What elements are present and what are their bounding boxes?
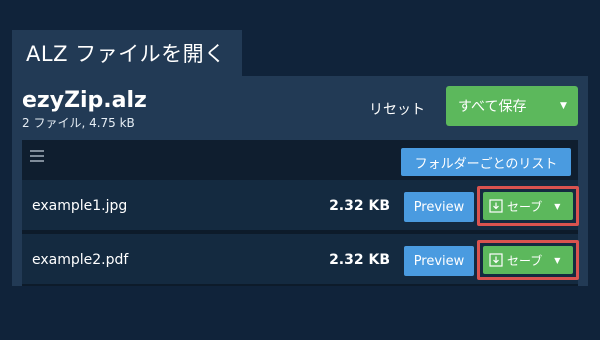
file-name: example1.jpg xyxy=(32,198,128,214)
archive-name: ezyZip.alz xyxy=(22,88,147,113)
save-button[interactable]: セーブ ▼ xyxy=(483,192,573,220)
file-size: 2.32 KB xyxy=(329,198,390,214)
save-all-button[interactable]: すべて保存 ▼ xyxy=(446,86,578,126)
file-list-header: フォルダーごとのリスト xyxy=(22,140,578,180)
file-row: example1.jpg 2.32 KB Preview セーブ ▼ xyxy=(22,180,579,232)
archive-panel: ezyZip.alz 2 ファイル, 4.75 kB リセット すべて保存 ▼ … xyxy=(12,76,588,286)
chevron-down-icon[interactable]: ▼ xyxy=(560,101,567,111)
save-highlight: セーブ ▼ xyxy=(477,240,579,280)
file-list: フォルダーごとのリスト example1.jpg 2.32 KB Preview… xyxy=(22,140,579,286)
tab-title: ALZ ファイルを開く xyxy=(26,42,226,66)
file-size: 2.32 KB xyxy=(329,252,390,268)
chevron-down-icon[interactable]: ▼ xyxy=(554,256,560,265)
chevron-down-icon[interactable]: ▼ xyxy=(554,202,560,211)
file-name: example2.pdf xyxy=(32,252,129,268)
file-row: example2.pdf 2.32 KB Preview セーブ ▼ xyxy=(22,234,579,286)
save-label: セーブ xyxy=(507,199,543,214)
save-label: セーブ xyxy=(507,253,543,268)
download-icon xyxy=(489,253,503,267)
save-all-label: すべて保存 xyxy=(458,99,527,115)
archive-meta: 2 ファイル, 4.75 kB xyxy=(22,116,135,130)
reset-button[interactable]: リセット xyxy=(357,94,437,124)
save-highlight: セーブ ▼ xyxy=(477,186,579,226)
menu-icon[interactable] xyxy=(30,150,44,164)
download-icon xyxy=(489,199,503,213)
save-button[interactable]: セーブ ▼ xyxy=(483,246,573,274)
folder-list-button[interactable]: フォルダーごとのリスト xyxy=(401,148,571,176)
preview-button[interactable]: Preview xyxy=(404,192,474,222)
open-alz-tab[interactable]: ALZ ファイルを開く xyxy=(12,30,242,76)
preview-button[interactable]: Preview xyxy=(404,246,474,276)
